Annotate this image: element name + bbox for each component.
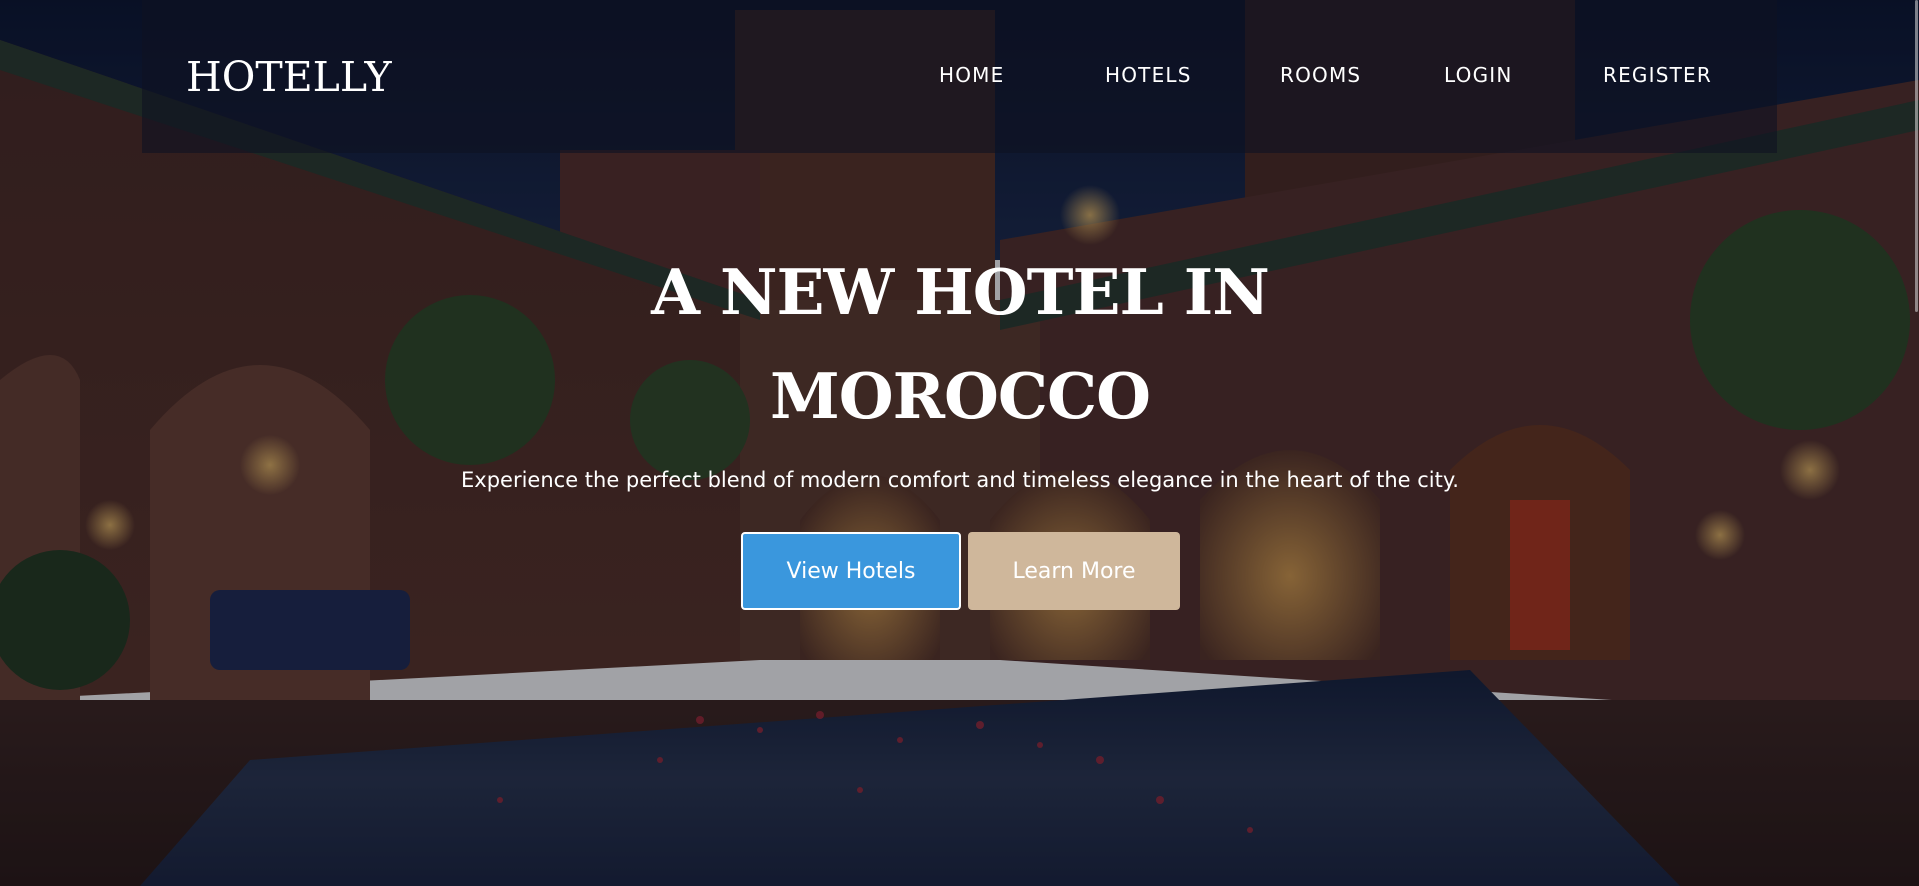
hero-subtitle: Experience the perfect blend of modern c…	[461, 468, 1459, 492]
learn-more-button[interactable]: Learn More	[968, 532, 1180, 610]
nav-item-hotels[interactable]: HOTELS	[1105, 62, 1192, 88]
top-navbar: HOTELLY HOME HOTELS ROOMS LOGIN REGISTER	[142, 0, 1777, 153]
view-hotels-button[interactable]: View Hotels	[741, 532, 961, 610]
nav-item-rooms[interactable]: ROOMS	[1280, 62, 1361, 88]
nav-item-login[interactable]: LOGIN	[1444, 62, 1513, 88]
page-scrollbar[interactable]	[1913, 0, 1919, 886]
nav-item-register[interactable]: REGISTER	[1603, 62, 1712, 88]
hero-title: A NEW HOTEL IN MOROCCO	[651, 255, 1270, 433]
nav-item-home[interactable]: HOME	[939, 62, 1004, 88]
brand-logo[interactable]: HOTELLY	[186, 52, 392, 102]
scrollbar-thumb[interactable]	[1915, 0, 1918, 312]
hero-section: HOTELLY HOME HOTELS ROOMS LOGIN REGISTER…	[0, 0, 1919, 886]
